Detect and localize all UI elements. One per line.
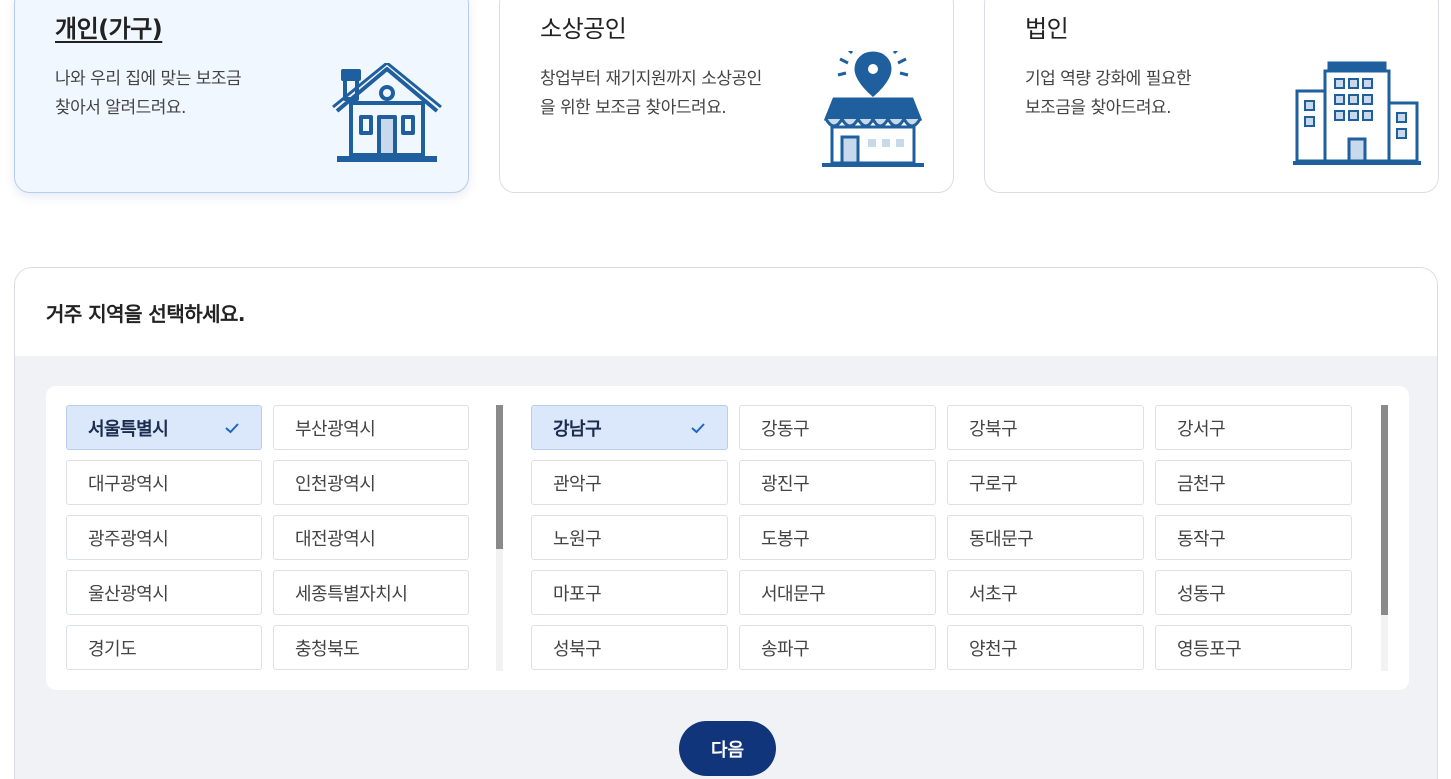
option-label: 서초구 <box>969 583 1018 605</box>
next-button[interactable]: 다음 <box>679 721 776 776</box>
district-option[interactable]: 강서구 <box>1155 405 1352 450</box>
province-scrollbar[interactable] <box>496 405 503 671</box>
option-label: 마포구 <box>553 583 602 605</box>
province-option[interactable]: 대구광역시 <box>66 460 262 505</box>
district-option[interactable]: 동대문구 <box>947 515 1144 560</box>
district-option[interactable]: 관악구 <box>531 460 728 505</box>
district-option[interactable]: 동작구 <box>1155 515 1352 560</box>
option-label: 경기도 <box>88 638 137 660</box>
province-option[interactable]: 인천광역시 <box>273 460 469 505</box>
option-label: 관악구 <box>553 473 602 495</box>
province-list: 서울특별시 부산광역시대구광역시 인천광역시광주광역시 대전광역시울산광역시 세종특별자… <box>66 405 469 670</box>
card-title: 소상공인 <box>540 15 627 43</box>
option-label: 대구광역시 <box>88 473 169 495</box>
province-option[interactable]: 경기도 <box>66 625 262 670</box>
option-label: 서대문구 <box>761 583 826 605</box>
option-label: 강동구 <box>761 418 810 440</box>
card-description: 창업부터 재기지원까지 소상공인 을 위한 보조금 찾아드려요. <box>540 69 762 118</box>
district-option[interactable]: 금천구 <box>1155 460 1352 505</box>
province-option[interactable]: 부산광역시 <box>273 405 469 450</box>
district-option[interactable]: 마포구 <box>531 570 728 615</box>
option-label: 동작구 <box>1177 528 1226 550</box>
category-card-small-business[interactable]: 소상공인 창업부터 재기지원까지 소상공인 을 위한 보조금 찾아드려요. <box>499 0 954 193</box>
category-card-corporation[interactable]: 법인 기업 역량 강화에 필요한 보조금을 찾아드려요. <box>984 0 1439 193</box>
province-option[interactable]: 광주광역시 <box>66 515 262 560</box>
option-label: 인천광역시 <box>295 473 376 495</box>
card-description: 기업 역량 강화에 필요한 보조금을 찾아드려요. <box>1025 69 1192 118</box>
district-option[interactable]: 서대문구 <box>739 570 936 615</box>
district-option[interactable]: 도봉구 <box>739 515 936 560</box>
district-option[interactable]: 영등포구 <box>1155 625 1352 670</box>
option-label: 송파구 <box>761 638 810 660</box>
province-option[interactable]: 세종특별자치시 <box>273 570 469 615</box>
province-option[interactable]: 울산광역시 <box>66 570 262 615</box>
option-label: 영등포구 <box>1177 638 1242 660</box>
card-title: 법인 <box>1025 15 1069 43</box>
district-scroll-thumb[interactable] <box>1381 405 1388 615</box>
region-header: 거주 지역을 선택하세요. <box>15 268 1437 356</box>
store-icon <box>822 51 924 167</box>
option-label: 강북구 <box>969 418 1018 440</box>
district-option[interactable]: 노원구 <box>531 515 728 560</box>
category-card-individual[interactable]: 개인(가구) 나와 우리 집에 맞는 보조금 찾아서 알려드려요. <box>14 0 469 193</box>
option-label: 서울특별시 <box>88 418 169 440</box>
region-list-box: 서울특별시 부산광역시대구광역시 인천광역시광주광역시 대전광역시울산광역시 세종특별자… <box>46 386 1409 690</box>
district-option[interactable]: 성북구 <box>531 625 728 670</box>
option-label: 노원구 <box>553 528 602 550</box>
page: 개인(가구) 나와 우리 집에 맞는 보조금 찾아서 알려드려요. 소상공인 창… <box>0 0 1451 779</box>
option-label: 성북구 <box>553 638 602 660</box>
option-label: 세종특별자치시 <box>295 583 408 605</box>
district-scrollbar[interactable] <box>1381 405 1388 671</box>
district-option[interactable]: 서초구 <box>947 570 1144 615</box>
option-label: 도봉구 <box>761 528 810 550</box>
option-label: 금천구 <box>1177 473 1226 495</box>
option-label: 광진구 <box>761 473 810 495</box>
district-list: 강남구 강동구 강북구 강서구관악구 광진구 구로구 금천구노원구 도봉구 동대문구 동작구마포구… <box>531 405 1352 670</box>
card-description: 나와 우리 집에 맞는 보조금 찾아서 알려드려요. <box>55 69 242 118</box>
district-option[interactable]: 송파구 <box>739 625 936 670</box>
province-option[interactable]: 충청북도 <box>273 625 469 670</box>
option-label: 울산광역시 <box>88 583 169 605</box>
option-label: 부산광역시 <box>295 418 376 440</box>
district-option[interactable]: 양천구 <box>947 625 1144 670</box>
option-label: 동대문구 <box>969 528 1034 550</box>
district-option[interactable]: 강동구 <box>739 405 936 450</box>
option-label: 양천구 <box>969 638 1018 660</box>
province-option[interactable]: 대전광역시 <box>273 515 469 560</box>
province-scroll-thumb[interactable] <box>496 405 503 549</box>
district-option[interactable]: 구로구 <box>947 460 1144 505</box>
option-label: 충청북도 <box>295 638 360 660</box>
option-label: 구로구 <box>969 473 1018 495</box>
house-icon <box>332 63 442 162</box>
district-option[interactable]: 성동구 <box>1155 570 1352 615</box>
option-label: 강서구 <box>1177 418 1226 440</box>
check-icon <box>691 422 705 433</box>
card-title: 개인(가구) <box>55 15 163 43</box>
district-option[interactable]: 강남구 <box>531 405 728 450</box>
region-title: 거주 지역을 선택하세요. <box>46 302 246 326</box>
province-option[interactable]: 서울특별시 <box>66 405 262 450</box>
option-label: 대전광역시 <box>295 528 376 550</box>
option-label: 성동구 <box>1177 583 1226 605</box>
check-icon <box>225 422 239 433</box>
region-panel: 거주 지역을 선택하세요. 서울특별시 부산광역시대구광역시 인천광역시광주광역시 대… <box>14 267 1438 779</box>
district-option[interactable]: 광진구 <box>739 460 936 505</box>
building-icon <box>1293 61 1421 165</box>
option-label: 강남구 <box>553 418 602 440</box>
district-option[interactable]: 강북구 <box>947 405 1144 450</box>
option-label: 광주광역시 <box>88 528 169 550</box>
